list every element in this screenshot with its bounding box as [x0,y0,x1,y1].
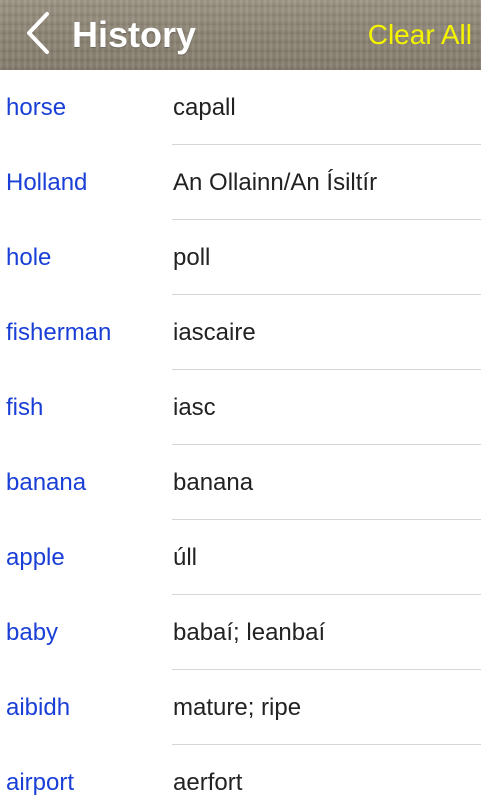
navigation-bar: History Clear All [0,0,481,70]
history-term: banana [6,469,87,496]
history-list: horse capall Holland An Ollainn/An Ísilt… [0,70,481,800]
history-row[interactable]: fish iasc [0,370,481,445]
back-button[interactable] [18,11,58,60]
history-row[interactable]: fisherman iascaire [0,295,481,370]
history-translation: úll [173,544,198,571]
history-row[interactable]: baby babaí; leanbaí [0,595,481,670]
history-row[interactable]: banana banana [0,445,481,520]
history-translation: iasc [173,394,216,421]
chevron-left-icon [25,11,51,60]
history-row[interactable]: airport aerfort [0,745,481,800]
history-term: fish [6,394,44,421]
history-translation: capall [173,94,236,121]
history-term: airport [6,769,75,796]
history-translation: banana [173,469,254,496]
clear-all-button[interactable]: Clear All [368,12,472,58]
history-row[interactable]: horse capall [0,70,481,145]
history-translation: babaí; leanbaí [173,619,326,646]
history-term: hole [6,244,52,271]
history-term: baby [6,619,59,646]
history-term: fisherman [6,319,112,346]
page-title: History [72,14,197,55]
history-translation: poll [173,244,211,271]
history-row[interactable]: Holland An Ollainn/An Ísiltír [0,145,481,220]
history-row[interactable]: aibidh mature; ripe [0,670,481,745]
history-translation: mature; ripe [173,694,302,721]
history-term: horse [6,94,67,121]
history-translation: An Ollainn/An Ísiltír [173,169,378,196]
history-translation: aerfort [173,769,243,796]
history-row[interactable]: apple úll [0,520,481,595]
history-term: aibidh [6,694,71,721]
history-translation: iascaire [173,319,256,346]
history-term: apple [6,544,65,571]
history-row[interactable]: hole poll [0,220,481,295]
history-term: Holland [6,169,88,196]
